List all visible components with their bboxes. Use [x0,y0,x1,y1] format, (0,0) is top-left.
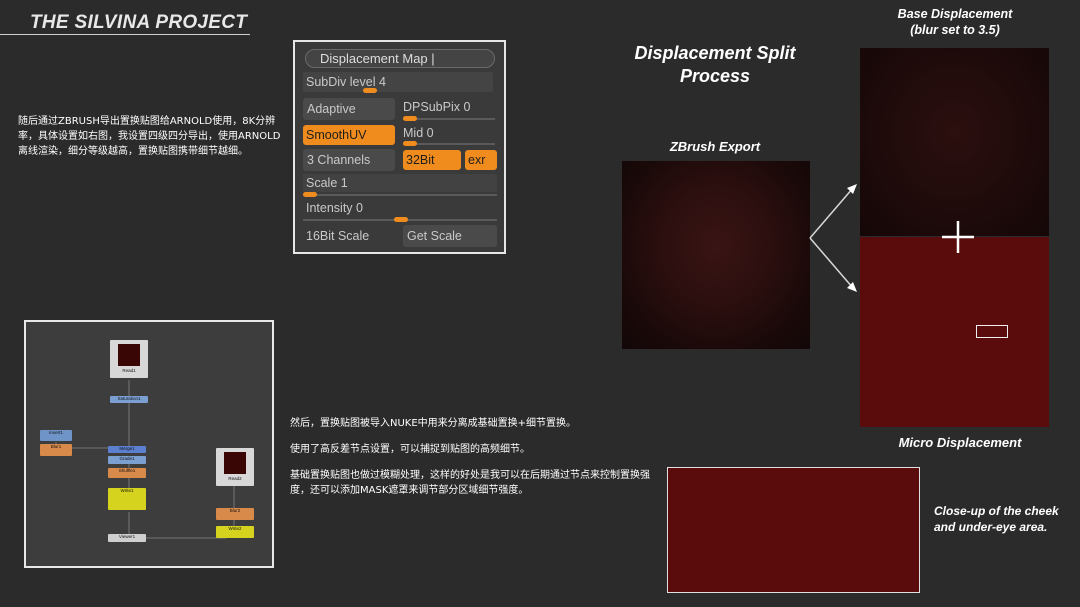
zbrush-displacement-panel: Displacement Map | SubDiv level 4 Adapti… [293,40,506,254]
micro-displacement-label: Micro Displacement [898,435,1022,450]
bit16-scale-button[interactable]: 16Bit Scale [303,225,395,247]
closeup-region-marker [976,325,1008,338]
nuke-node-graph: Read1 Saturation1 Invert1 Blur1 Merge1 G… [24,320,274,568]
bit32-toggle[interactable]: 32Bit [403,150,461,170]
zbrush-export-label: ZBrush Export [669,139,761,154]
read1-label: Read1 [122,368,136,373]
title-underline [0,34,250,35]
split-arrows-icon [809,184,857,292]
grade-node[interactable]: Grade1 [108,456,146,464]
dpsubpix-slider[interactable]: DPSubPix 0 [403,98,470,116]
micro-displacement-map-image [860,237,1049,427]
base-displacement-map-image [860,48,1049,236]
intensity-slider[interactable]: Intensity 0 [303,199,497,217]
channels-button[interactable]: 3 Channels [303,149,395,171]
split-title-line1: Displacement Split [634,43,796,63]
intensity-knob[interactable] [394,217,408,222]
mid-slider[interactable]: Mid 0 [403,124,434,142]
base-label-line1: Base Displacement [897,7,1013,21]
scale-knob[interactable] [303,192,317,197]
plus-icon [942,221,974,253]
intensity-label: Intensity 0 [306,201,363,215]
zbrush-export-map-image [622,161,810,349]
read1-node[interactable]: Read1 [110,340,148,378]
base-label-line2: (blur set to 3.5) [910,23,1000,37]
adaptive-button[interactable]: Adaptive [303,98,395,120]
write2-node[interactable]: Write2 [216,526,254,538]
read2-label: Read2 [228,476,242,481]
saturation-node[interactable]: Saturation1 [110,396,148,403]
nuke-paragraph-2: 使用了高反差节点设置，可以捕捉到贴图的高频细节。 [290,444,530,455]
smoothuv-toggle[interactable]: SmoothUV [303,125,395,145]
nuke-paragraph-3: 基础置换贴图也做过模糊处理，这样的好处是我可以在后期通过节点来控制置换强度，还可… [290,470,650,496]
base-displacement-label: Base Displacement (blur set to 3.5) [870,6,1040,38]
subdiv-level-slider[interactable]: SubDiv level 4 [303,72,493,92]
get-scale-button[interactable]: Get Scale [403,225,497,247]
project-title: THE SILVINA PROJECT [30,12,248,33]
shuffle-node[interactable]: Shuffle1 [108,468,146,478]
nuke-paragraphs: 然后，置换贴图被导入NUKE中用来分离成基础置换+细节置换。 使用了高反差节点设… [290,416,650,509]
merge-node[interactable]: Merge1 [108,446,146,453]
intro-paragraph: 随后通过ZBRUSH导出置换贴图给ARNOLD使用，8K分辨率，具体设置如右图，… [18,116,281,157]
displacement-split-title: Displacement Split Process [610,42,820,88]
subdiv-level-label: SubDiv level 4 [306,75,386,89]
subdiv-level-knob[interactable] [363,88,377,93]
viewer-node[interactable]: Viewer1 [108,534,146,542]
mid-knob[interactable] [403,141,417,146]
dpsubpix-knob[interactable] [403,116,417,121]
blur2-node[interactable]: Blur2 [216,508,254,520]
exr-toggle[interactable]: exr [465,150,497,170]
scale-slider[interactable]: Scale 1 [303,174,497,192]
closeup-label: Close-up of the cheek and under-eye area… [934,504,1059,534]
displacement-map-button[interactable]: Displacement Map | [305,49,495,68]
read2-node[interactable]: Read2 [216,448,254,486]
invert-node[interactable]: Invert1 [40,430,72,441]
blur1-node[interactable]: Blur1 [40,444,72,456]
write1-node[interactable]: Write1 [108,488,146,510]
closeup-map-image [667,467,920,593]
scale-label: Scale 1 [306,176,348,190]
nuke-paragraph-1: 然后，置换贴图被导入NUKE中用来分离成基础置换+细节置换。 [290,418,577,429]
split-title-line2: Process [679,66,751,86]
